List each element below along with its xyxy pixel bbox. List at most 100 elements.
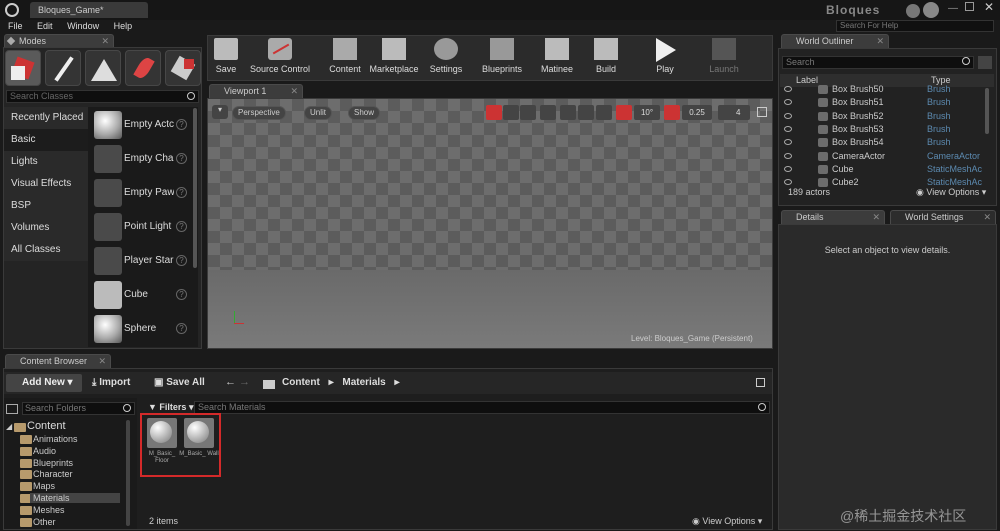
marketplace-button[interactable]: Marketplace	[366, 36, 422, 80]
maximize-button[interactable]	[965, 2, 974, 11]
category-visual-effects[interactable]: Visual Effects	[4, 173, 92, 195]
play-button[interactable]: Play	[646, 36, 684, 80]
scale-tool-icon[interactable]	[520, 105, 536, 120]
outliner-row[interactable]: Box Brush52 Brush	[780, 110, 995, 123]
item-cube[interactable]: Cube?	[92, 279, 198, 311]
place-mode-button[interactable]	[5, 50, 41, 86]
outliner-view-options[interactable]: ◉ View Options ▾	[916, 187, 986, 198]
item-empty-actor[interactable]: Empty Actc?	[92, 109, 198, 141]
tree-folder-animations[interactable]: Animations	[33, 434, 78, 444]
eye-icon[interactable]	[784, 139, 792, 146]
content-browser-tab[interactable]: Content Browser ✕	[5, 354, 111, 368]
tree-folder-character[interactable]: Character	[33, 469, 73, 479]
category-recently-placed[interactable]: Recently Placed	[4, 107, 92, 129]
asset-m-basic-floor[interactable]: M_Basic_ Floor	[146, 418, 178, 470]
item-player-start[interactable]: Player Star?	[92, 245, 198, 277]
menu-window[interactable]: Window	[67, 21, 99, 31]
eye-icon[interactable]	[784, 179, 792, 186]
tree-folder-maps[interactable]: Maps	[33, 481, 55, 491]
content-view-options[interactable]: ◉ View Options ▾	[692, 516, 762, 527]
show-button[interactable]: Show	[348, 106, 381, 120]
build-button[interactable]: Build	[588, 36, 624, 80]
outliner-row[interactable]: Cube StaticMeshAc	[780, 163, 995, 176]
camera-speed-button[interactable]: 4	[718, 105, 750, 120]
category-volumes[interactable]: Volumes	[4, 217, 92, 239]
save-all-button[interactable]: ▣ Save All	[154, 377, 205, 388]
content-button[interactable]: Content	[326, 36, 364, 80]
matinee-button[interactable]: Matinee	[536, 36, 578, 80]
source-control-button[interactable]: Source Control	[246, 36, 314, 80]
user-icon[interactable]	[923, 2, 939, 18]
asset-m-basic-wall[interactable]: M_Basic_ Wall	[179, 418, 219, 470]
scale-snap-icon[interactable]	[664, 105, 680, 120]
close-icon[interactable]: ✕	[872, 211, 880, 224]
rotate-tool-icon[interactable]	[503, 105, 519, 120]
outliner-search-input[interactable]: Search	[782, 56, 974, 69]
landscape-mode-button[interactable]	[85, 50, 121, 86]
eye-icon[interactable]	[784, 165, 792, 172]
back-arrow-icon[interactable]: ←	[225, 376, 236, 388]
filters-button[interactable]: ▼ Filters ▾	[148, 402, 193, 413]
lock-icon[interactable]	[756, 378, 765, 387]
level-tab[interactable]: Bloques_Game*	[30, 2, 148, 18]
help-icon[interactable]: ?	[176, 221, 187, 232]
help-icon[interactable]: ?	[176, 289, 187, 300]
world-settings-tab[interactable]: World Settings ✕	[890, 210, 996, 224]
close-icon[interactable]: ✕	[983, 211, 991, 224]
world-space-icon[interactable]	[540, 105, 556, 120]
item-empty-pawn[interactable]: Empty Paw?	[92, 177, 198, 209]
foliage-mode-button[interactable]	[125, 50, 161, 86]
item-empty-character[interactable]: Empty Char?	[92, 143, 198, 175]
viewport-options-dropdown[interactable]: ▾	[212, 105, 228, 119]
outliner-row[interactable]: Box Brush51 Brush	[780, 96, 995, 109]
tree-folder-materials[interactable]: Materials	[30, 493, 120, 503]
add-new-button[interactable]: Add New ▾	[6, 374, 82, 392]
help-icon[interactable]: ?	[176, 119, 187, 130]
folders-toggle-icon[interactable]	[6, 404, 18, 414]
modes-tab[interactable]: Modes ✕	[4, 34, 114, 48]
details-tab[interactable]: Details ✕	[781, 210, 885, 224]
outliner-row[interactable]: Box Brush50 Brush	[780, 83, 995, 96]
category-lights[interactable]: Lights	[4, 151, 92, 173]
close-icon[interactable]: ✕	[876, 35, 884, 48]
menu-edit[interactable]: Edit	[37, 21, 53, 31]
outliner-scrollbar[interactable]	[985, 88, 989, 134]
menu-help[interactable]: Help	[114, 21, 133, 31]
tree-expand-icon[interactable]: ◢	[6, 422, 12, 431]
unlit-button[interactable]: Unlit	[304, 106, 333, 120]
close-button[interactable]: ✕	[984, 0, 994, 14]
geometry-mode-button[interactable]	[165, 50, 201, 86]
tree-folder-other[interactable]: Other	[33, 517, 56, 527]
close-icon[interactable]: ✕	[290, 85, 298, 98]
maximize-viewport-icon[interactable]	[757, 107, 767, 117]
grid-size-dropdown[interactable]	[596, 105, 612, 120]
rotation-snap-value[interactable]: 10°	[634, 105, 660, 120]
tree-scrollbar[interactable]	[126, 420, 130, 526]
blueprints-button[interactable]: Blueprints	[478, 36, 526, 80]
menu-file[interactable]: File	[8, 21, 23, 31]
item-sphere[interactable]: Sphere?	[92, 313, 198, 345]
close-icon[interactable]: ✕	[98, 355, 106, 368]
eye-icon[interactable]	[784, 86, 792, 92]
world-outliner-tab[interactable]: World Outliner ✕	[781, 34, 889, 48]
category-all-classes[interactable]: All Classes	[4, 239, 92, 261]
notification-icon[interactable]	[906, 4, 920, 18]
launch-button[interactable]: Launch	[702, 36, 746, 80]
viewport-tab[interactable]: Viewport 1 ✕	[209, 84, 303, 98]
help-search-input[interactable]: Search For Help	[836, 20, 994, 32]
grid-snap-icon[interactable]	[578, 105, 594, 120]
paint-mode-button[interactable]	[45, 50, 81, 86]
forward-arrow-icon[interactable]: →	[239, 376, 250, 388]
tree-folder-blueprints[interactable]: Blueprints	[33, 458, 73, 468]
breadcrumb-content[interactable]: Content	[282, 377, 320, 388]
translate-tool-icon[interactable]	[486, 105, 502, 120]
outliner-row[interactable]: Box Brush53 Brush	[780, 123, 995, 136]
eye-icon[interactable]	[784, 112, 792, 119]
scale-snap-value[interactable]: 0.25	[682, 105, 712, 120]
help-icon[interactable]: ?	[176, 323, 187, 334]
eye-icon[interactable]	[784, 99, 792, 106]
eye-icon[interactable]	[784, 125, 792, 132]
modes-scrollbar[interactable]	[193, 108, 197, 268]
perspective-button[interactable]: Perspective	[232, 106, 286, 120]
import-button[interactable]: ⤓ Import	[92, 377, 130, 388]
